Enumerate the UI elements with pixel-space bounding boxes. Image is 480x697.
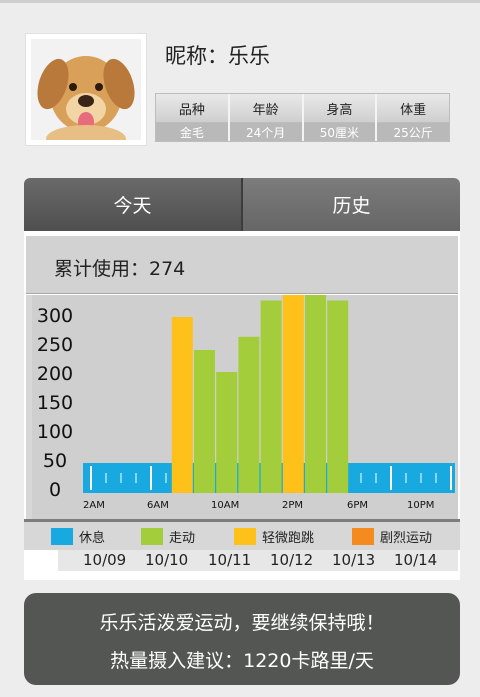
date-item[interactable]: 10/13 [332, 551, 375, 569]
legend-swatch [141, 528, 163, 545]
activity-bar [216, 372, 238, 493]
info-col-weight: 体重 25公斤 [377, 94, 449, 141]
y-tick-label: 150 [36, 392, 74, 414]
x-tick-label: 6AM [147, 500, 169, 511]
activity-bar [194, 350, 215, 493]
activity-panel: 今天 历史 累计使用：274 300 250 200 150 100 50 0 … [24, 178, 460, 580]
y-tick-label: 250 [36, 334, 74, 356]
x-tick-label: 2PM [282, 500, 304, 511]
info-value: 50厘米 [303, 123, 376, 141]
usage-total: 累计使用：274 [54, 258, 186, 280]
y-tick-label: 200 [36, 363, 74, 385]
legend-item-light-run: 轻微跑跳 [234, 527, 314, 546]
usage-summary: 累计使用：274 [26, 236, 458, 294]
info-header: 体重 [377, 94, 449, 123]
x-tick-label: 10PM [407, 500, 435, 511]
info-col-breed: 品种 金毛 [156, 94, 230, 141]
advice-box: 乐乐活泼爱运动，要继续保持哦！ 热量摄入建议：1220卡路里/天 [24, 593, 460, 685]
tab-bar: 今天 历史 [24, 178, 460, 231]
legend-swatch [352, 528, 374, 545]
date-item[interactable]: 10/10 [145, 551, 188, 569]
legend-item-walk: 走动 [141, 527, 195, 546]
info-header: 年龄 [229, 94, 302, 123]
legend-item-rest: 休息 [51, 527, 105, 546]
date-item[interactable]: 10/12 [270, 551, 313, 569]
advice-line-2: 热量摄入建议：1220卡路里/天 [110, 650, 374, 672]
y-tick-label: 0 [48, 479, 62, 501]
tab-history[interactable]: 历史 [241, 178, 460, 231]
date-item[interactable]: 10/11 [208, 551, 251, 569]
nickname: 昵称：乐乐 [165, 44, 270, 68]
info-header: 身高 [303, 94, 376, 123]
legend-label: 剧烈运动 [380, 531, 433, 546]
plot-area [80, 198, 458, 519]
legend-swatch [234, 528, 256, 545]
legend-label: 轻微跑跳 [262, 531, 315, 546]
legend-item-intense: 剧烈运动 [352, 527, 432, 546]
info-value: 金毛 [156, 123, 228, 141]
y-tick-label: 100 [36, 421, 74, 443]
y-axis: 300 250 200 150 100 50 0 [32, 295, 80, 519]
info-col-height: 身高 50厘米 [303, 94, 378, 141]
date-selector: 10/09 10/10 10/11 10/12 10/13 10/14 [58, 550, 458, 571]
tab-today[interactable]: 今天 [24, 178, 241, 231]
y-tick-label: 50 [42, 450, 68, 472]
legend-swatch [51, 528, 73, 545]
x-tick-label: 2AM [83, 500, 105, 511]
date-item[interactable]: 10/14 [394, 551, 437, 569]
activity-bar [305, 262, 326, 493]
legend: 休息 走动 轻微跑跳 剧烈运动 [24, 522, 460, 550]
activity-bar [327, 300, 349, 493]
chart-plot [83, 198, 455, 493]
advice-line-1: 乐乐活泼爱运动，要继续保持哦！ [99, 612, 385, 634]
info-col-age: 年龄 24个月 [229, 94, 304, 141]
info-value: 24个月 [229, 123, 302, 141]
info-header: 品种 [156, 94, 228, 123]
date-item[interactable]: 10/09 [83, 551, 126, 569]
legend-label: 休息 [79, 531, 106, 546]
y-tick-label: 300 [36, 305, 74, 327]
avatar-frame[interactable] [25, 33, 147, 146]
legend-label: 走动 [169, 531, 196, 546]
top-divider [0, 0, 480, 3]
info-value: 25公斤 [377, 123, 449, 141]
activity-bar [171, 317, 193, 493]
activity-bar [260, 300, 282, 493]
avatar [31, 39, 141, 140]
activity-chart: 300 250 200 150 100 50 0 2AM 6AM 10AM 2P… [26, 198, 458, 519]
x-tick-label: 6PM [347, 500, 369, 511]
activity-bar [238, 336, 260, 493]
pet-info-table: 品种 金毛 年龄 24个月 身高 50厘米 体重 25公斤 [155, 93, 450, 142]
panel-bottom [24, 571, 460, 580]
x-tick-label: 10AM [211, 500, 240, 511]
activity-bar [282, 198, 304, 493]
